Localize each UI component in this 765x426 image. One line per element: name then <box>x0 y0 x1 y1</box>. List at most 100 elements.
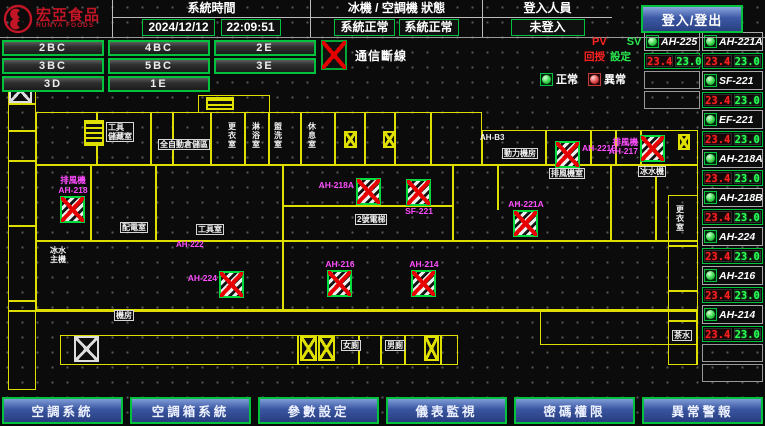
fan-unit-AH-216[interactable]: AH-216 <box>327 270 352 297</box>
floor-button-3E[interactable]: 3E <box>214 58 316 74</box>
stairs-icon <box>206 97 234 110</box>
fan-unit-AH-221A[interactable]: AH-221A <box>513 210 538 237</box>
unit-AH-218A[interactable]: AH-218A <box>702 149 763 168</box>
elevator-icon <box>300 336 317 361</box>
fan-unit-SF-221[interactable]: SF-221 <box>406 179 431 206</box>
unit-temps: 23.423.0 <box>702 287 763 303</box>
wall <box>150 112 152 165</box>
nav-button-密碼權限[interactable]: 密碼權限 <box>514 397 635 424</box>
floor-button-2E[interactable]: 2E <box>214 40 316 56</box>
fan-unit-AH-214[interactable]: AH-214 <box>411 270 436 297</box>
unit-status-led <box>704 308 717 321</box>
unit-name-label: AH-224 <box>719 231 755 243</box>
system-date-value: 2024/12/12 <box>142 19 214 36</box>
sv-value: 23.0 <box>734 133 762 145</box>
machine-status-label: 冰機 / 空調機 狀態 <box>311 0 482 18</box>
elevator-icon <box>318 336 335 361</box>
sv-value: 23.0 <box>734 94 762 106</box>
nav-button-空調系統[interactable]: 空調系統 <box>2 397 123 424</box>
fan-unit-label: AH-214 <box>400 260 448 269</box>
fan-unit-label: 排風機 AH-218 <box>49 176 97 195</box>
wall <box>8 103 36 105</box>
elevator-icon <box>344 131 357 148</box>
pv-value: 23.4 <box>704 289 732 301</box>
chiller-status-value: 系統正常 <box>334 19 394 36</box>
wall <box>668 290 698 292</box>
unit-name-label: AH-216 <box>719 270 755 282</box>
unit-SF-221[interactable]: SF-221 <box>702 71 763 90</box>
unit-column-right: AH-221A23.423.0SF-22123.423.0EF-22123.42… <box>702 32 763 382</box>
floor-button-4BC[interactable]: 4BC <box>108 40 210 56</box>
fan-offline-icon <box>411 270 436 297</box>
unit-AH-216[interactable]: AH-216 <box>702 266 763 285</box>
unit-name-label: AH-218A <box>719 153 763 165</box>
sv-value: 23.0 <box>734 289 762 301</box>
system-time-section: 系統時間 2024/12/12 22:09:51 <box>112 0 310 37</box>
elevator-icon <box>383 131 396 148</box>
system-time-label: 系統時間 <box>113 0 310 18</box>
hmi-screen: { "header": { "brand": {"name": "宏亞食品", … <box>0 0 765 426</box>
unit-status-led <box>704 74 717 87</box>
floor-button-2BC[interactable]: 2BC <box>2 40 104 56</box>
nav-button-參數設定[interactable]: 參數設定 <box>258 397 379 424</box>
sv-value: 23.0 <box>675 55 702 67</box>
wall <box>545 130 547 165</box>
fan-unit-AH-221B[interactable]: AH-221B <box>555 141 580 168</box>
wall <box>8 76 36 390</box>
wall <box>297 335 299 365</box>
empty-slot <box>702 364 763 382</box>
unit-temps: 23.423.0 <box>702 326 763 342</box>
wall <box>155 165 157 240</box>
sv-label: SV <box>627 37 642 48</box>
room-label: 淋 浴 室 <box>252 122 260 150</box>
fan-unit-AH-224[interactable]: AH-224 <box>219 271 244 298</box>
unit-name-label: AH-218B <box>719 192 763 204</box>
floor-button-3BC[interactable]: 3BC <box>2 58 104 74</box>
pv-value: 23.4 <box>704 55 732 67</box>
room-label: 2號電梯 <box>355 214 387 225</box>
nav-button-空調箱系統[interactable]: 空調箱系統 <box>130 397 251 424</box>
normal-label: 正常 <box>556 71 578 87</box>
wall <box>8 130 36 132</box>
floor-button-5BC[interactable]: 5BC <box>108 58 210 74</box>
wall <box>334 112 336 165</box>
wall <box>300 112 302 165</box>
unit-AH-214[interactable]: AH-214 <box>702 305 763 324</box>
floor-button-1E[interactable]: 1E <box>108 76 210 92</box>
hunya-logo-icon <box>3 4 33 34</box>
fan-unit-排風機-AH-217[interactable]: 排風機 AH-217 <box>640 135 665 162</box>
room-label: 工具室 <box>196 224 224 235</box>
login-logout-button[interactable]: 登入/登出 <box>641 5 743 33</box>
machine-status-section: 冰機 / 空調機 狀態 系統正常 系統正常 <box>310 0 482 37</box>
nav-button-儀表監視[interactable]: 儀表監視 <box>386 397 507 424</box>
floor-button-3D[interactable]: 3D <box>2 76 104 92</box>
fan-offline-icon <box>219 271 244 298</box>
sv-value: 23.0 <box>734 250 762 262</box>
wall <box>452 165 454 240</box>
wall <box>430 112 432 165</box>
pv-value: 23.4 <box>704 133 732 145</box>
unit-status-led <box>704 191 717 204</box>
unit-AH-218B[interactable]: AH-218B <box>702 188 763 207</box>
sv-value: 23.0 <box>734 172 762 184</box>
nav-button-異常警報[interactable]: 異常警報 <box>642 397 763 424</box>
unit-status-led <box>704 113 717 126</box>
fan-unit-AH-218A[interactable]: AH-218A <box>356 178 381 205</box>
room-label: 動力機房 <box>502 148 538 159</box>
pv-value: 23.4 <box>704 94 732 106</box>
fan-unit-排風機-AH-218[interactable]: 排風機 AH-218 <box>60 196 85 223</box>
feedback-label: 回授 <box>584 52 605 63</box>
unit-status-led <box>704 269 717 282</box>
wall <box>380 335 382 365</box>
ahu-status-value: 系統正常 <box>399 19 459 36</box>
unit-temps: 23.423.0 <box>702 209 763 225</box>
sv-value: 23.0 <box>734 211 762 223</box>
sv-value: 23.0 <box>734 55 762 67</box>
floor-buttons: 2BC4BC2E 3BC5BC3E 3D1E <box>2 40 314 92</box>
pv-value: 23.4 <box>704 328 732 340</box>
fan-offline-icon <box>406 179 431 206</box>
empty-slot <box>644 71 700 89</box>
unit-EF-221[interactable]: EF-221 <box>702 110 763 129</box>
unit-AH-224[interactable]: AH-224 <box>702 227 763 246</box>
header-bar: 宏亞食品 HUNYA FOODS 系統時間 2024/12/12 22:09:5… <box>0 0 765 38</box>
